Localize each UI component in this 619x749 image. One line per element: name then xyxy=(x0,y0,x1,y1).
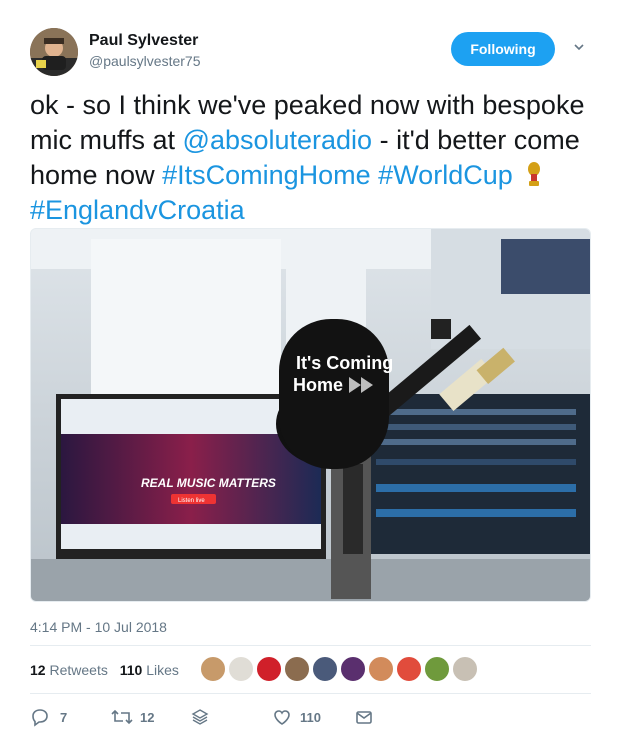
screen-button-label: Listen live xyxy=(178,498,205,504)
liker-avatar[interactable] xyxy=(284,656,310,682)
author-handle[interactable]: @paulsylvester75 xyxy=(89,53,201,69)
retweets-label[interactable]: Retweets xyxy=(49,662,107,678)
likes-count[interactable]: 110 xyxy=(120,662,143,678)
heart-icon xyxy=(274,710,290,725)
envelope-icon xyxy=(356,711,372,724)
like-count: 110 xyxy=(300,710,321,725)
liker-avatar[interactable] xyxy=(200,656,226,682)
retweet-count: 12 xyxy=(140,710,155,725)
mention-link[interactable]: @absoluteradio xyxy=(183,125,373,155)
divider xyxy=(30,693,591,694)
layers-icon xyxy=(191,709,209,725)
engagement-stats: 12 Retweets 110 Likes xyxy=(30,662,179,678)
studio-photo: REAL MUSIC MATTERS Listen live It's Comi… xyxy=(31,229,590,601)
tweet-photo[interactable]: REAL MUSIC MATTERS Listen live It's Comi… xyxy=(30,228,591,602)
author-avatar[interactable] xyxy=(30,28,78,76)
tweet-timestamp[interactable]: 4:14 PM - 10 Jul 2018 xyxy=(30,619,167,635)
liker-avatar[interactable] xyxy=(256,656,282,682)
following-button[interactable]: Following xyxy=(451,32,555,66)
author-name[interactable]: Paul Sylvester xyxy=(89,32,198,50)
retweets-count[interactable]: 12 xyxy=(30,662,46,678)
tweet-text: ok - so I think we've peaked now with be… xyxy=(30,88,600,228)
reply-count: 7 xyxy=(60,710,68,725)
liker-avatar[interactable] xyxy=(452,656,478,682)
chevron-down-icon[interactable] xyxy=(572,40,586,54)
world-cup-trophy-icon xyxy=(528,162,541,186)
liker-avatar[interactable] xyxy=(424,656,450,682)
hashtag-link[interactable]: #ItsComingHome xyxy=(162,160,371,190)
reply-icon xyxy=(32,709,48,727)
liker-avatar[interactable] xyxy=(340,656,366,682)
divider xyxy=(30,645,591,646)
mic-muff-line1: It's Coming xyxy=(296,353,393,373)
liker-avatar[interactable] xyxy=(396,656,422,682)
screen-headline: REAL MUSIC MATTERS xyxy=(141,476,276,490)
hashtag-link[interactable]: #WorldCup xyxy=(378,160,513,190)
avatar-photo xyxy=(30,28,78,76)
liker-avatar[interactable] xyxy=(312,656,338,682)
hashtag-link[interactable]: #EnglandvCroatia xyxy=(30,195,245,225)
mic-muff-line2: Home xyxy=(293,375,343,395)
liker-avatar[interactable] xyxy=(228,656,254,682)
likes-label[interactable]: Likes xyxy=(146,662,179,678)
liker-avatar[interactable] xyxy=(368,656,394,682)
retweet-icon xyxy=(111,709,133,725)
